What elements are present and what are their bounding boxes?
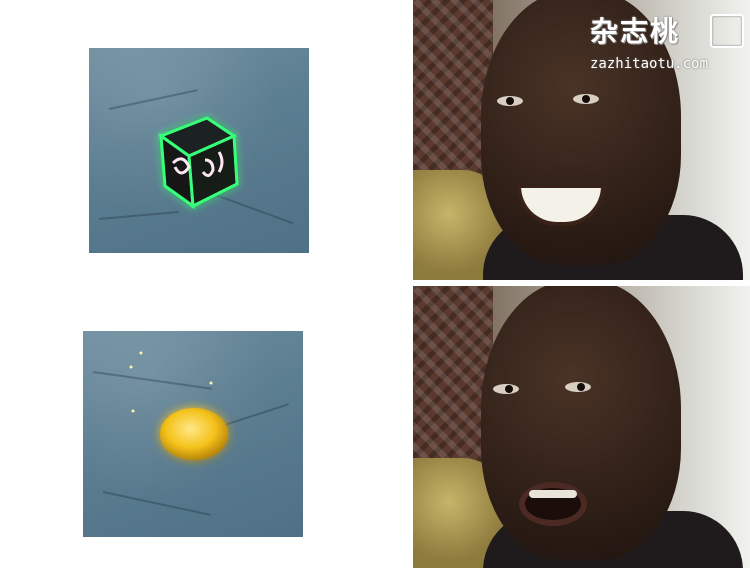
watermark-logo-icon xyxy=(710,14,744,48)
coin-scene-image xyxy=(83,331,303,537)
watermark-site-url: zazhitaotu.com xyxy=(590,56,709,72)
cube-scene-image xyxy=(89,48,309,253)
glowing-cube-icon xyxy=(157,116,239,210)
smiling-man-photo xyxy=(413,0,750,280)
vertical-divider xyxy=(405,0,413,568)
disappointed-man-photo xyxy=(413,286,750,568)
watermark-site-name: 杂志桃 xyxy=(590,15,681,48)
gold-coin-icon xyxy=(129,351,228,460)
